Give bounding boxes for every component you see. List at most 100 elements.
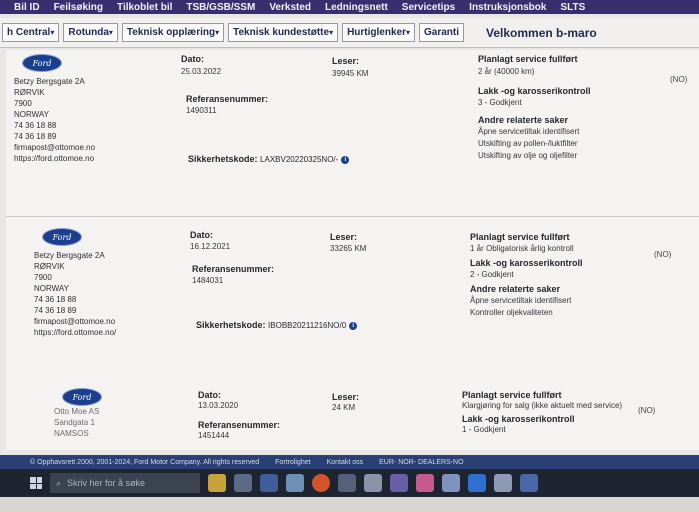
windows-start-icon[interactable] [30,477,42,489]
andre-item: Utskifting av olje og oljefilter [478,151,578,160]
top-menu-item[interactable]: Verksted [269,2,311,13]
address-line: RØRVIK [14,88,45,97]
chevron-down-icon: ▾ [50,28,55,37]
top-menu-item[interactable]: Servicetips [402,2,455,13]
nav-bar: h Central▾ Rotunda▾ Teknisk opplæring▾ T… [0,18,699,48]
dato-value: 13.03.2020 [198,401,239,410]
tab-label: Garanti [424,27,460,38]
top-menu-item[interactable]: Bil ID [14,2,40,13]
mail-icon[interactable] [260,474,278,492]
address-line: NORWAY [14,110,49,119]
ford-logo-text: Ford [72,392,92,402]
leser-label: Leser: [332,56,360,66]
app-icon[interactable] [364,474,382,492]
ford-logo: Ford [62,388,102,406]
lakk-label: Lakk -og karosserikontroll [462,414,575,424]
task-view-icon[interactable] [234,474,252,492]
tab-label: Teknisk opplæring [126,27,216,38]
referanse-value: 1451444 [198,431,230,440]
app-icon[interactable] [520,474,538,492]
dato-value: 25.03.2022 [181,67,222,76]
top-menu-item[interactable]: Tilkoblet bil [117,2,172,13]
tab-label: Hurtiglenker [347,27,406,38]
app-icon[interactable] [442,474,460,492]
address-line: 7900 [14,99,32,108]
tab-central[interactable]: h Central▾ [2,23,60,42]
sikkerhet-label: Sikkerhetskode: [188,154,258,164]
top-menu-item[interactable]: Instruksjonsbok [469,2,546,13]
top-menu: Bil ID Feilsøking Tilkoblet bil TSB/GSB/… [0,0,699,14]
dato-label: Dato: [190,230,213,240]
edge-icon[interactable] [468,474,486,492]
service-record: Ford Betzy Bergsgate 2A RØRVIK 7900 NORW… [6,226,699,376]
andre-item: Åpne servicetiltak identifisert [470,296,572,305]
fax: 74 36 18 89 [14,132,57,141]
country-code: (NO) [670,75,688,84]
sikkerhet-value: IBOBB20211216NO/0 [268,321,347,330]
fax: 74 36 18 89 [34,306,77,315]
app-icon[interactable] [338,474,356,492]
info-icon[interactable]: i [341,155,350,164]
andre-item: Åpne servicetiltak identifisert [478,127,580,136]
region-text: EUR- NOR- DEALERS-NO [379,458,464,466]
website-link[interactable]: https://ford.ottomoe.no/ [34,327,116,338]
country-code: (NO) [654,250,672,259]
lakk-value: 3 - Godkjent [478,98,522,107]
ford-logo-text: Ford [32,58,52,68]
email-link[interactable]: firmapost@ottomoe.no [34,316,116,327]
top-menu-item[interactable]: Feilsøking [54,2,103,13]
tab-rotunda[interactable]: Rotunda▾ [63,23,118,42]
network-icon[interactable] [286,474,304,492]
referanse-label: Referansenummer: [186,94,269,104]
chevron-down-icon: ▾ [329,28,334,37]
service-record: Ford Otto Moe AS Sandgata 1 NAMSOS Dato:… [6,386,699,450]
tab-teknisk-opplaering[interactable]: Teknisk opplæring▾ [121,23,225,42]
top-menu-item[interactable]: TSB/GSB/SSM [186,2,255,13]
search-icon: ⌕ [56,477,62,488]
lakk-value: 1 - Godkjent [462,425,506,434]
referanse-value: 1484031 [192,276,224,285]
dato-value: 16.12.2021 [190,242,231,251]
address-line: RØRVIK [34,262,65,271]
app-icon[interactable] [416,474,434,492]
dealer-address: Otto Moe AS Sandgata 1 NAMSOS [54,406,99,439]
tab-label: Rotunda [68,27,109,38]
chrome-icon[interactable] [312,474,330,492]
planlagt-label: Planlagt service fullført [470,232,570,242]
website-link[interactable]: https://ford.ottomoe.no [14,153,95,164]
service-record: Ford Betzy Bergsgate 2A RØRVIK 7900 NORW… [6,50,699,220]
app-icon[interactable] [390,474,408,492]
monitor-bezel [0,497,699,512]
chevron-down-icon: ▾ [108,28,113,37]
top-menu-item[interactable]: Ledningsnett [325,2,388,13]
divider [6,216,699,217]
taskbar-search[interactable]: ⌕ Skriv her for å søke [50,473,200,493]
country-code: (NO) [638,406,656,415]
lakk-value: 2 - Godkjent [470,270,514,279]
contact-link[interactable]: Kontakt oss [327,459,364,466]
email-link[interactable]: firmapost@ottomoe.no [14,142,95,153]
andre-label: Andre relaterte saker [478,115,569,125]
andre-item: Kontroller oljekvaliteten [470,308,553,317]
tab-teknisk-kundestotte[interactable]: Teknisk kundestøtte▾ [228,23,339,42]
file-explorer-icon[interactable] [208,474,226,492]
planlagt-value: 1 år Obligatorisk årlig kontroll [470,244,574,253]
dealer-address: Betzy Bergsgate 2A RØRVIK 7900 NORWAY 74… [14,76,95,164]
info-icon[interactable]: i [349,321,358,330]
privacy-link[interactable]: Fortrolighet [275,459,310,466]
tab-hurtiglenker[interactable]: Hurtiglenker▾ [342,23,415,42]
ford-logo-text: Ford [52,232,72,242]
windows-taskbar: ⌕ Skriv her for å søke [0,469,699,497]
leser-label: Leser: [330,232,358,242]
lakk-label: Lakk -og karosserikontroll [470,258,583,268]
app-icon[interactable] [494,474,512,492]
top-menu-item[interactable]: SLTS [560,2,585,13]
welcome-text: Velkommen b-maro [486,25,597,40]
tab-label: Teknisk kundestøtte [233,27,330,38]
ford-logo: Ford [42,228,82,246]
sikkerhet-label: Sikkerhetskode: [196,320,266,330]
chevron-down-icon: ▾ [215,28,220,37]
tab-garanti[interactable]: Garanti [419,23,465,42]
leser-label: Leser: [332,392,360,402]
sikkerhet-value: LAXBV20220325NO/- [260,155,339,164]
